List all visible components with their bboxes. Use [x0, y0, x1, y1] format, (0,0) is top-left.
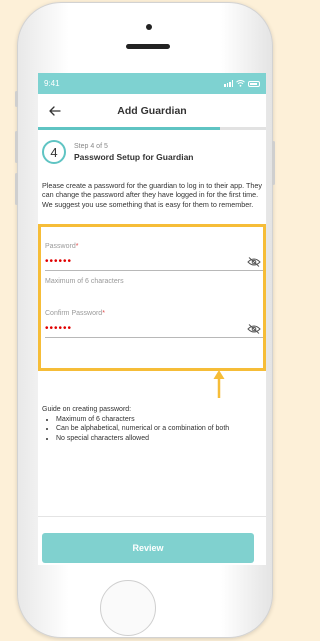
guide-title: Guide on creating password: [42, 406, 132, 413]
password-input[interactable]: •••••• [45, 257, 72, 267]
confirm-password-input[interactable]: •••••• [45, 324, 72, 334]
password-guide: Guide on creating password: Maximum of 6… [42, 405, 264, 443]
password-label: Password* [45, 243, 79, 250]
eye-off-icon[interactable] [247, 257, 261, 267]
password-underline [45, 270, 263, 271]
home-button[interactable] [100, 580, 156, 636]
wifi-icon [236, 80, 245, 87]
step-progress-fill [38, 127, 221, 130]
step-counter: Step 4 of 5 [74, 142, 108, 150]
eye-off-icon[interactable] [247, 324, 261, 334]
volume-up-button [15, 131, 18, 163]
step-progress-bar [38, 127, 266, 130]
signal-icon [224, 80, 233, 87]
volume-down-button [15, 173, 18, 205]
mute-switch [15, 91, 18, 107]
footer-divider [38, 516, 266, 517]
app-screen: 9:41 Add Guardian 4 Step 4 of 5 Password… [38, 73, 266, 565]
guide-item: Maximum of 6 characters [56, 415, 264, 424]
front-camera [146, 24, 152, 30]
password-section: Password* •••••• Maximum of 6 characters… [38, 224, 266, 371]
step-indicator: 4 Step 4 of 5 Password Setup for Guardia… [42, 140, 194, 164]
arrow-up-icon [213, 370, 225, 398]
confirm-password-underline [45, 337, 263, 338]
step-title: Password Setup for Guardian [74, 151, 194, 162]
status-time: 9:41 [44, 79, 60, 88]
intro-text: Please create a password for the guardia… [42, 181, 263, 209]
arrow-left-icon [49, 106, 61, 116]
back-button[interactable] [44, 100, 66, 122]
guide-item: No special characters allowed [56, 434, 264, 443]
app-header: Add Guardian [38, 94, 266, 127]
status-icons [224, 80, 260, 87]
guide-list: Maximum of 6 characters Can be alphabeti… [42, 415, 264, 443]
step-number-circle: 4 [42, 140, 66, 164]
power-button [272, 141, 275, 185]
guide-item: Can be alphabetical, numerical or a comb… [56, 424, 264, 433]
password-hint: Maximum of 6 characters [45, 278, 124, 285]
battery-icon [248, 80, 260, 87]
status-bar: 9:41 [38, 73, 266, 94]
confirm-password-label: Confirm Password* [45, 310, 105, 317]
page-title: Add Guardian [117, 104, 187, 117]
earpiece-speaker [126, 44, 170, 49]
review-button[interactable]: Review [42, 533, 254, 563]
